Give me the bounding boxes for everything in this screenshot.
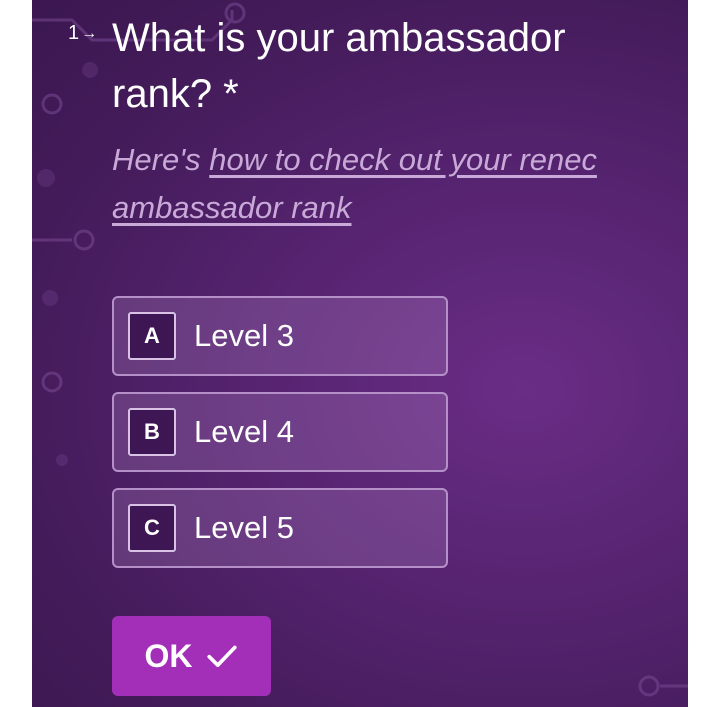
question-number-text: 1 <box>68 22 80 44</box>
description-prefix: Here's <box>112 142 210 177</box>
form-panel: 1 → What is your ambassador rank? * Here… <box>32 0 688 707</box>
choice-level-3[interactable]: A Level 3 <box>112 296 448 376</box>
right-arrow-icon: → <box>81 24 98 42</box>
question-title: What is your ambassador rank? * <box>112 16 566 116</box>
choice-label: Level 5 <box>194 510 294 545</box>
ok-button-label: OK <box>144 637 193 674</box>
question-description: Here's how to check out your renec ambas… <box>112 136 632 232</box>
question-number: 1 → <box>68 22 97 45</box>
choice-label: Level 4 <box>194 414 294 449</box>
checkmark-icon <box>206 645 237 668</box>
choice-key-a: A <box>128 312 176 360</box>
choice-level-5[interactable]: C Level 5 <box>112 488 448 568</box>
choice-level-4[interactable]: B Level 4 <box>112 392 448 472</box>
choice-label: Level 3 <box>194 318 294 353</box>
choice-key-c: C <box>128 504 176 552</box>
ok-button[interactable]: OK <box>112 616 271 696</box>
choice-key-b: B <box>128 408 176 456</box>
